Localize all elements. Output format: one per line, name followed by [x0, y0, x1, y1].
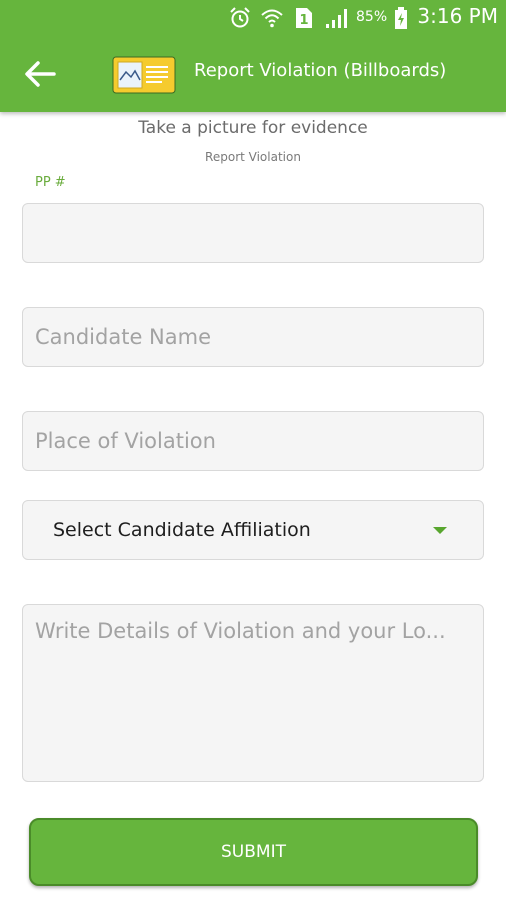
affiliation-dropdown[interactable]: Select Candidate Affiliation [22, 500, 484, 560]
report-subhint: Report Violation [205, 150, 301, 164]
wifi-icon [261, 9, 283, 28]
submit-button[interactable]: SUBMIT [29, 818, 478, 886]
pp-input[interactable] [23, 204, 483, 262]
signal-icon [326, 9, 347, 28]
candidate-name-input[interactable] [23, 308, 483, 366]
page-title: Report Violation (Billboards) [194, 60, 447, 81]
evidence-hint[interactable]: Take a picture for evidence [0, 118, 506, 138]
svg-text:1: 1 [299, 13, 308, 28]
arrow-left-icon[interactable] [22, 58, 58, 90]
sim-icon: 1 [296, 8, 312, 28]
details-field[interactable] [22, 604, 484, 782]
alarm-icon [230, 7, 250, 28]
chevron-down-icon [433, 527, 447, 534]
app-bar: 1 85% 3:16 PM Report Violation (Billboar… [0, 0, 506, 112]
place-of-violation-input[interactable] [23, 412, 483, 470]
pp-label: PP # [35, 175, 66, 190]
candidate-name-field[interactable] [22, 307, 484, 367]
status-bar: 1 85% 3:16 PM [0, 0, 506, 36]
billboard-logo-icon [112, 56, 176, 94]
place-of-violation-field[interactable] [22, 411, 484, 471]
battery-icon [395, 7, 407, 29]
affiliation-selected-label: Select Candidate Affiliation [53, 519, 311, 541]
toolbar: Report Violation (Billboards) [0, 36, 506, 112]
pp-field[interactable] [22, 203, 484, 263]
details-textarea[interactable] [23, 605, 483, 781]
battery-percent: 85% [356, 9, 388, 25]
status-time: 3:16 PM [417, 4, 498, 28]
